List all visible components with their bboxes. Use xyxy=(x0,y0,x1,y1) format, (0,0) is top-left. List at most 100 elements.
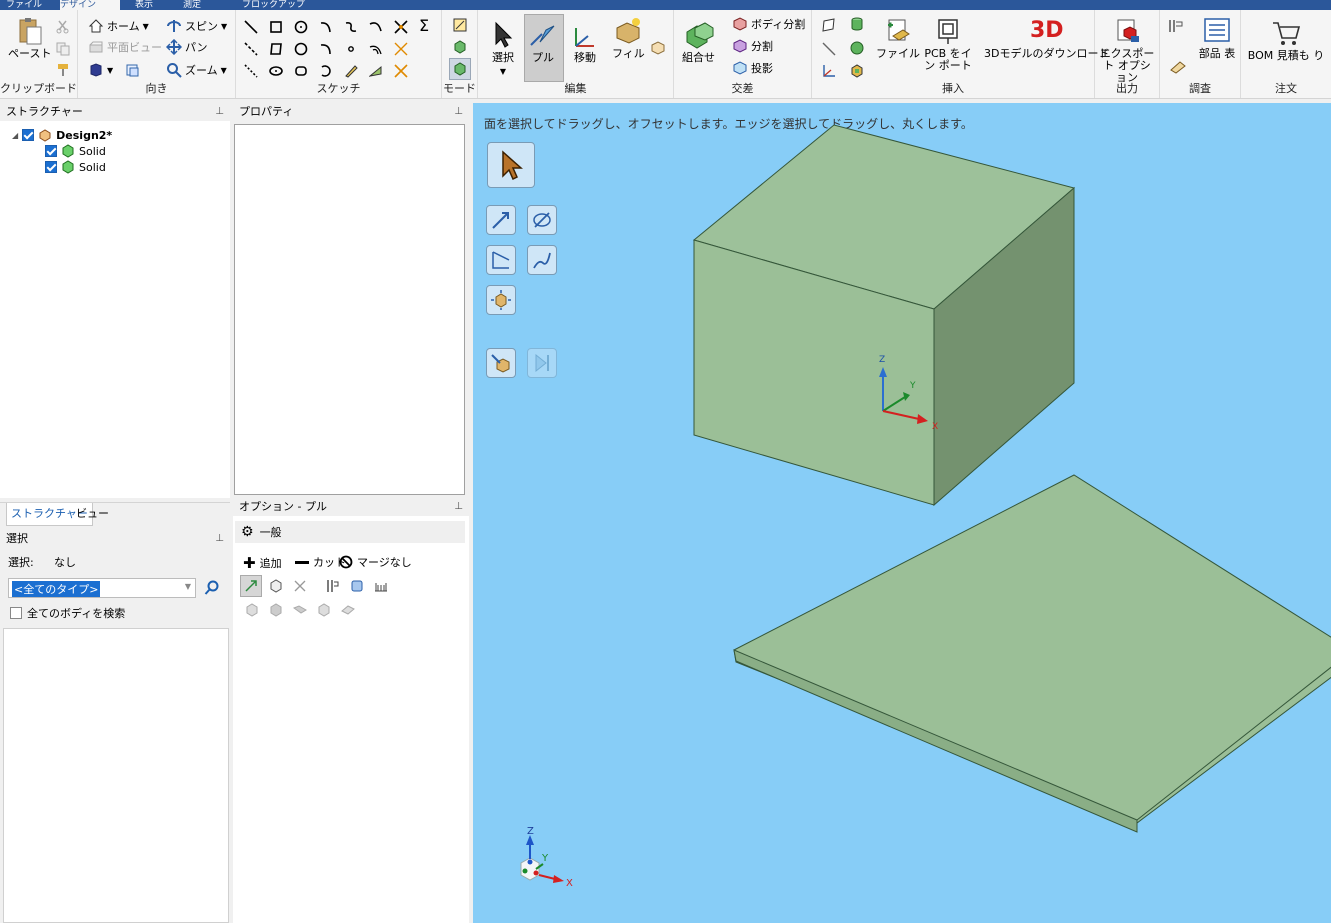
pin-icon[interactable]: ⊥ xyxy=(454,103,463,121)
parts-list-button[interactable]: 部品 表 xyxy=(1198,16,1236,60)
face-option-icon[interactable] xyxy=(245,603,259,617)
pan-button[interactable]: パン xyxy=(166,39,208,55)
tab-design[interactable]: デザイン xyxy=(60,0,120,10)
download-3d-model-button[interactable]: 3D 3Dモデルのダウンロード xyxy=(984,16,1109,60)
tab-view[interactable]: ビュー xyxy=(72,503,113,525)
search-all-bodies-checkbox[interactable] xyxy=(10,607,22,619)
rectangle-icon[interactable] xyxy=(269,20,283,34)
point-icon[interactable] xyxy=(344,42,358,56)
pin-icon[interactable]: ⊥ xyxy=(215,103,224,121)
split-button[interactable]: 分割 xyxy=(732,38,773,54)
model-canvas[interactable]: Z Y X Z Y X xyxy=(473,103,1331,923)
cut-icon[interactable] xyxy=(56,20,70,34)
pin-icon[interactable]: ⊥ xyxy=(215,530,224,548)
add-option[interactable]: ✚ 追加 xyxy=(243,554,282,572)
tweak-face-icon[interactable] xyxy=(650,40,666,56)
tree-root-checkbox[interactable] xyxy=(22,129,35,141)
zoom-button[interactable]: ズーム ▼ xyxy=(166,62,227,78)
tab-blockup[interactable]: ブロックアップ xyxy=(242,0,312,10)
face-option-icon[interactable] xyxy=(269,603,283,617)
split-line-icon[interactable] xyxy=(394,64,408,78)
trim-icon[interactable] xyxy=(394,20,408,34)
tangent-arc-icon[interactable] xyxy=(319,20,333,34)
line-icon[interactable] xyxy=(244,20,258,34)
paste-button[interactable]: ペースト xyxy=(8,16,51,60)
format-painter-icon[interactable] xyxy=(56,63,70,77)
chevron-down-icon[interactable]: ▼ xyxy=(185,582,191,591)
solid-cube[interactable] xyxy=(692,124,1076,507)
project-button[interactable]: 投影 xyxy=(732,60,773,76)
view-cube-button[interactable]: ▼ xyxy=(88,62,140,78)
solid-plate[interactable] xyxy=(733,474,1331,833)
face-option-icon[interactable] xyxy=(293,603,307,617)
pull-button[interactable]: プル xyxy=(528,20,558,64)
arc-circle-icon[interactable] xyxy=(319,64,333,78)
face-option-icon[interactable] xyxy=(317,603,331,617)
bom-quote-button[interactable]: BOM 見積も り xyxy=(1247,18,1325,62)
tree-item-checkbox[interactable] xyxy=(45,145,57,157)
sketch-mode-icon[interactable] xyxy=(453,18,467,32)
search-all-bodies-option[interactable]: 全てのボディを検索 xyxy=(10,605,125,621)
measure-options-icon[interactable] xyxy=(326,579,340,593)
plan-view-label: 平面ビュー xyxy=(107,41,162,54)
fill-button[interactable]: フィル xyxy=(612,16,645,60)
tab-measure[interactable]: 測定 xyxy=(183,0,223,10)
ellipse-circle-icon[interactable] xyxy=(294,42,308,56)
circle-icon[interactable] xyxy=(294,20,308,34)
split-body-button[interactable]: ボディ分割 xyxy=(732,16,805,32)
ellipse-icon[interactable] xyxy=(269,64,283,78)
insert-file-button[interactable]: ファイル xyxy=(876,16,920,60)
offset-curve-icon[interactable] xyxy=(369,42,383,56)
select-button[interactable]: 選択 ▼ xyxy=(488,20,518,78)
ruler-icon[interactable] xyxy=(350,579,364,593)
z-axis-label: Z xyxy=(879,355,885,365)
pull-direction-option[interactable] xyxy=(240,575,262,597)
pin-icon[interactable]: ⊥ xyxy=(454,498,463,516)
plan-view-button[interactable]: 平面ビュー xyxy=(88,39,162,55)
cylinder-icon[interactable] xyxy=(850,17,864,31)
combine-button[interactable]: 組合せ xyxy=(682,20,715,64)
tree-collapse-icon[interactable]: ◢ xyxy=(12,131,18,140)
move-button[interactable]: 移動 xyxy=(570,20,600,64)
plane-icon[interactable] xyxy=(822,18,836,32)
general-section-header[interactable]: ⚙ 一般 xyxy=(235,521,465,543)
copy-icon[interactable] xyxy=(56,42,70,56)
tab-file[interactable]: ファイル xyxy=(6,0,46,10)
tree-root[interactable]: ◢ Design2* xyxy=(12,128,112,142)
face-option-icon[interactable] xyxy=(341,603,355,617)
sketch-pen-icon[interactable] xyxy=(344,64,358,78)
export-options-button[interactable]: エクスポート オプション xyxy=(1099,16,1155,84)
sigma-icon[interactable]: Σ xyxy=(419,16,429,35)
bend-icon[interactable] xyxy=(369,64,383,78)
pcb-import-button[interactable]: PCB をイン ポート xyxy=(920,16,976,72)
sweep-arc-icon[interactable] xyxy=(319,42,333,56)
three-point-arc-icon[interactable] xyxy=(369,20,383,34)
construction-line-icon[interactable] xyxy=(244,42,258,56)
3d-mode-button[interactable] xyxy=(449,58,471,80)
dimension-icon[interactable] xyxy=(374,579,388,593)
3d-viewport[interactable]: 面を選択してドラッグし、オフセットします。エッジを選択してドラッグし、丸くします… xyxy=(473,103,1331,923)
up-to-icon[interactable] xyxy=(269,579,283,593)
type-filter-select[interactable]: <全てのタイプ> ▼ xyxy=(8,578,196,598)
home-button[interactable]: ホーム ▼ xyxy=(88,18,149,34)
revolve-icon[interactable] xyxy=(293,579,307,593)
check-geometry-icon[interactable] xyxy=(1170,58,1186,74)
origin-icon[interactable] xyxy=(822,64,836,78)
extend-icon[interactable] xyxy=(394,42,408,56)
spline-icon[interactable] xyxy=(344,20,358,34)
search-icon[interactable] xyxy=(204,580,220,596)
axis-icon[interactable] xyxy=(822,42,836,56)
tree-item-checkbox[interactable] xyxy=(45,161,57,173)
spin-button[interactable]: スピン ▼ xyxy=(166,18,227,34)
tree-item[interactable]: Solid xyxy=(45,144,106,158)
tree-item[interactable]: Solid xyxy=(45,160,106,174)
round-rect-icon[interactable] xyxy=(294,64,308,78)
polygon-icon[interactable] xyxy=(269,42,283,56)
tab-display[interactable]: 表示 xyxy=(135,0,171,10)
sphere-icon[interactable] xyxy=(850,41,864,55)
shell-icon[interactable] xyxy=(850,64,864,78)
no-merge-option[interactable]: マージなし xyxy=(339,554,412,570)
measure-icon[interactable] xyxy=(1168,18,1184,34)
section-mode-icon[interactable] xyxy=(453,40,467,54)
dashed-line-icon[interactable] xyxy=(244,64,258,78)
